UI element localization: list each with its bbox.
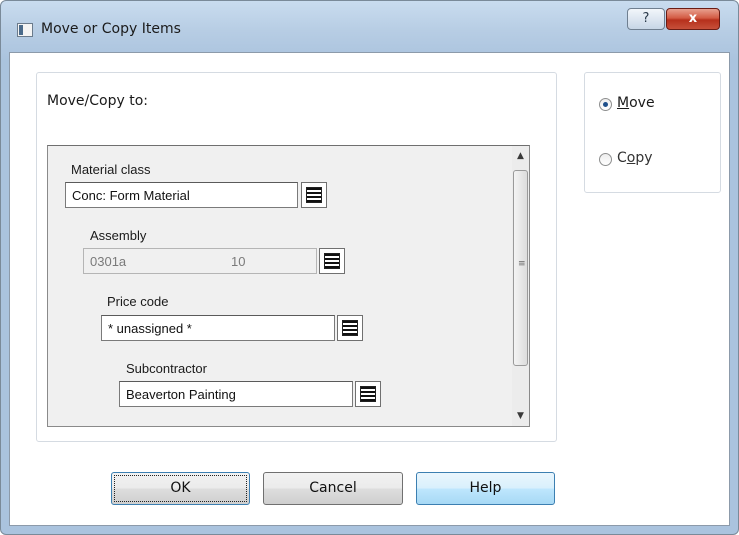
material-class-input[interactable]: Conc: Form Material <box>65 182 298 208</box>
scrollbar-thumb[interactable]: ≡ <box>513 170 528 366</box>
assembly-input: 0301a 10 <box>83 248 317 274</box>
copy-radio-label[interactable]: Copy <box>617 150 653 166</box>
list-picker-icon <box>360 386 376 402</box>
price-code-label: Price code <box>107 294 169 309</box>
list-picker-icon <box>306 187 322 203</box>
cancel-button[interactable]: Cancel <box>263 472 403 505</box>
move-copy-to-label: Move/Copy to: <box>47 93 148 109</box>
move-copy-mode-group: Move Copy <box>584 72 721 193</box>
move-copy-to-group: Move/Copy to: Material class Conc: Form … <box>36 72 557 442</box>
subcontractor-picker-button[interactable] <box>355 381 381 407</box>
copy-label-rest: py <box>635 150 653 166</box>
focus-rectangle <box>114 475 247 502</box>
list-picker-icon <box>342 320 358 336</box>
subcontractor-input[interactable]: Beaverton Painting <box>119 381 353 407</box>
window-title: Move or Copy Items <box>41 21 181 37</box>
material-class-picker-button[interactable] <box>301 182 327 208</box>
scroll-up-icon[interactable]: ▲ <box>512 148 529 165</box>
scroll-down-icon[interactable]: ▼ <box>512 408 529 425</box>
assembly-label: Assembly <box>90 228 147 243</box>
assembly-value: 0301a <box>90 254 127 269</box>
material-class-label: Material class <box>71 162 151 177</box>
move-copy-dialog: Move or Copy Items ? x Move/Copy to: Mat… <box>0 0 739 535</box>
help-title-button[interactable]: ? <box>627 8 665 30</box>
ok-button[interactable]: OK <box>111 472 250 505</box>
title-bar[interactable]: Move or Copy Items ? x <box>1 1 738 53</box>
move-label-accelerator: M <box>617 95 630 111</box>
copy-label-first: C <box>617 150 627 166</box>
fields-scroll-area: Material class Conc: Form Material Assem… <box>47 145 530 427</box>
move-radio-label[interactable]: Move <box>617 95 655 111</box>
move-radio[interactable] <box>599 98 612 111</box>
price-code-input[interactable]: * unassigned * <box>101 315 335 341</box>
assembly-extra-value: 10 <box>231 254 246 269</box>
price-code-picker-button[interactable] <box>337 315 363 341</box>
subcontractor-label: Subcontractor <box>126 361 207 376</box>
copy-radio[interactable] <box>599 153 612 166</box>
move-label-rest: ove <box>629 95 655 111</box>
close-button[interactable]: x <box>666 8 720 30</box>
vertical-scrollbar[interactable]: ▲ ≡ ▼ <box>512 146 529 426</box>
dialog-body: Move/Copy to: Material class Conc: Form … <box>9 52 730 526</box>
scrollbar-grip-icon: ≡ <box>518 259 526 269</box>
assembly-picker-button[interactable] <box>319 248 345 274</box>
list-picker-icon <box>324 253 340 269</box>
cancel-button-label: Cancel <box>309 480 357 496</box>
window-icon <box>17 23 33 37</box>
help-button[interactable]: Help <box>416 472 555 505</box>
help-button-label: Help <box>469 480 502 496</box>
